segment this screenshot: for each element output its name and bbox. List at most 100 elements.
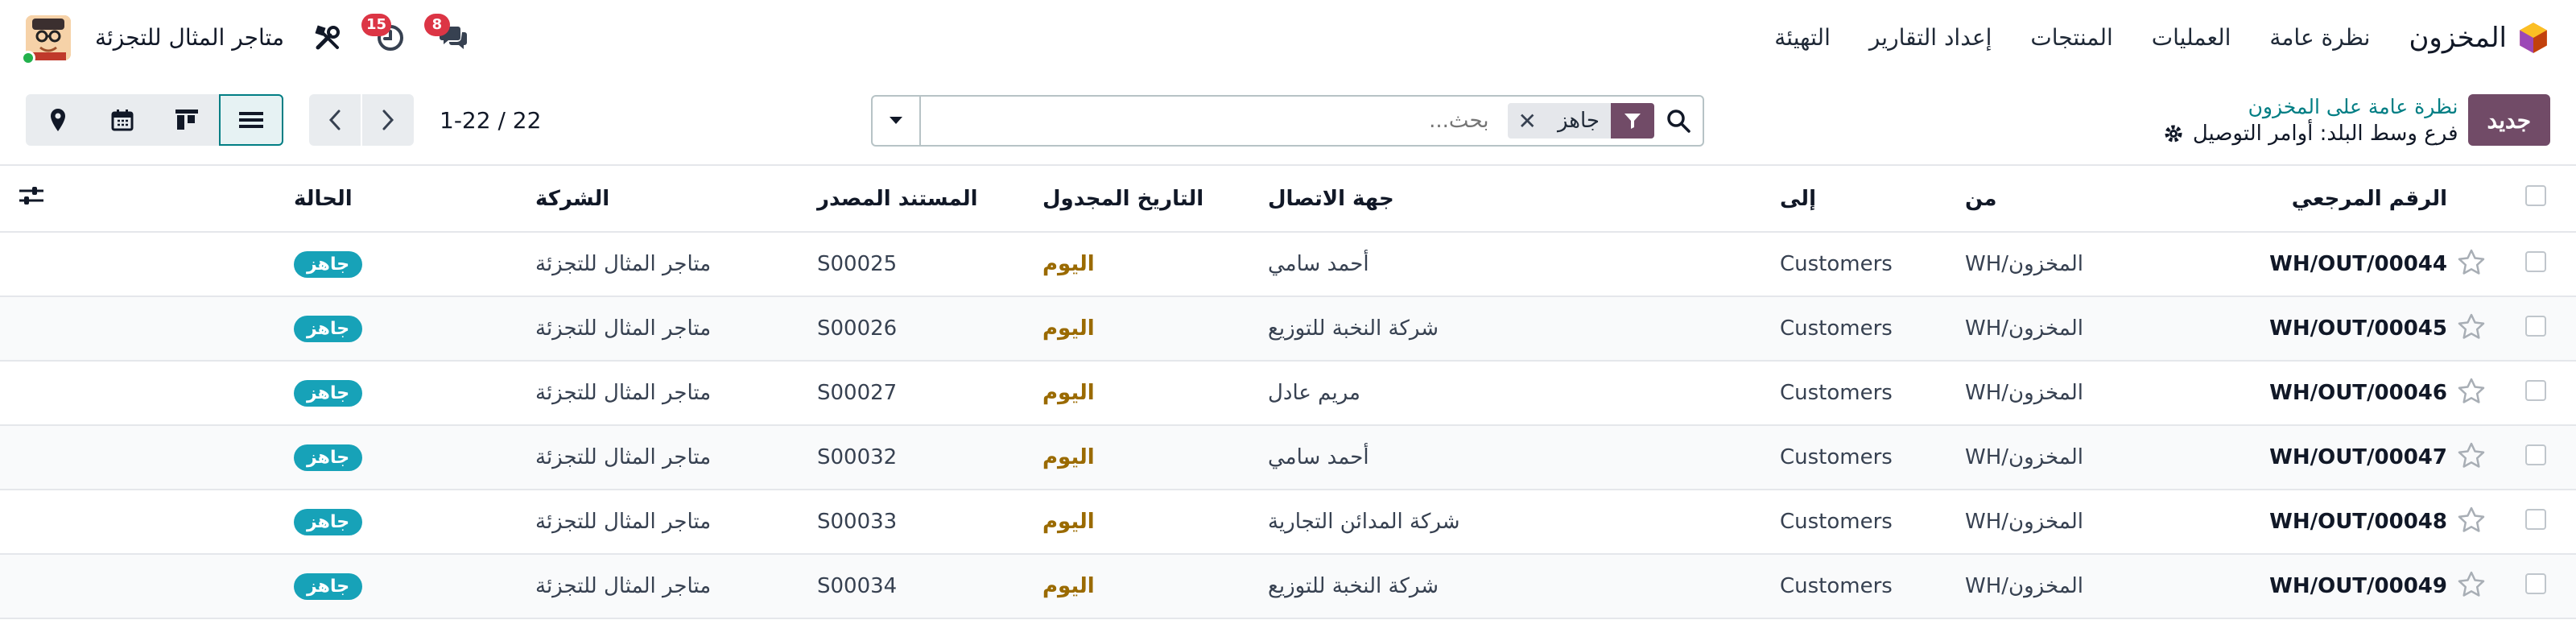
row-checkbox[interactable]: [2525, 444, 2546, 465]
new-button[interactable]: جديد: [2467, 94, 2550, 146]
star-icon[interactable]: [2458, 571, 2485, 597]
table-row[interactable]: WH/OUT/00049 WH/المخزون Customers شركة ا…: [0, 554, 2576, 618]
row-select-cell: [2496, 232, 2576, 296]
row-favorite-cell: [2447, 425, 2496, 490]
column-company-label: الشركة: [535, 186, 610, 211]
row-state: جاهز: [294, 490, 535, 554]
column-state[interactable]: الحالة: [294, 166, 535, 232]
map-view-icon: [51, 109, 65, 131]
column-settings-cell: [0, 166, 294, 232]
list-view-button[interactable]: [219, 94, 283, 146]
column-settings-icon[interactable]: [18, 185, 45, 206]
star-icon[interactable]: [2458, 442, 2485, 468]
table-row[interactable]: WH/OUT/00044 WH/المخزون Customers أحمد س…: [0, 232, 2576, 296]
row-spacer: [0, 296, 294, 361]
row-to: Customers: [1780, 316, 1893, 341]
row-checkbox[interactable]: [2525, 572, 2546, 594]
row-checkbox[interactable]: [2525, 379, 2546, 401]
menu-configuration[interactable]: التهيئة: [1774, 24, 1831, 51]
select-all-checkbox[interactable]: [2525, 185, 2546, 206]
map-view-button[interactable]: [26, 94, 90, 146]
pager-buttons: [309, 94, 414, 146]
app-name[interactable]: المخزون: [2409, 22, 2507, 54]
row-select-cell: [2496, 361, 2576, 425]
row-reference: WH/OUT/00046: [2269, 381, 2447, 405]
column-source-document-label: المستند المصدر: [817, 186, 978, 211]
pager-next-button[interactable]: [362, 94, 414, 146]
debug-tools-button[interactable]: [308, 19, 347, 57]
row-source-document: S00026: [817, 316, 898, 341]
inventory-app-icon[interactable]: [2516, 21, 2550, 55]
row-select-cell: [2496, 554, 2576, 618]
row-to: Customers: [1780, 252, 1893, 276]
row-source-document: S00034: [817, 574, 898, 598]
row-to: Customers: [1780, 445, 1893, 469]
row-state: جاهز: [294, 425, 535, 490]
row-company: متاجر المثال للتجزئة: [535, 445, 712, 469]
row-checkbox[interactable]: [2525, 250, 2546, 272]
pager-value[interactable]: 1-22 / 22: [440, 107, 541, 134]
list-view-icon: [239, 112, 263, 128]
gear-icon[interactable]: [2164, 124, 2183, 143]
star-icon[interactable]: [2458, 506, 2485, 532]
column-contact[interactable]: جهة الاتصال: [1268, 166, 1780, 232]
row-company: متاجر المثال للتجزئة: [535, 252, 712, 276]
activities-button[interactable]: 15: [361, 13, 410, 57]
menu-reporting[interactable]: إعداد التقارير: [1869, 24, 1992, 51]
star-icon[interactable]: [2458, 313, 2485, 339]
row-from-value: WH/المخزون: [1965, 445, 2083, 469]
row-source-document: S00025: [817, 252, 898, 276]
table-row[interactable]: WH/OUT/00048 WH/المخزون Customers شركة ا…: [0, 490, 2576, 554]
breadcrumb-parent[interactable]: نظرة عامة على المخزون: [2164, 95, 2458, 118]
row-scheduled-date: اليوم: [1042, 381, 1095, 405]
kanban-view-icon: [175, 110, 198, 130]
table-row[interactable]: WH/OUT/00045 WH/المخزون Customers شركة ا…: [0, 296, 2576, 361]
row-contact: أحمد سامي: [1268, 252, 1369, 276]
column-company[interactable]: الشركة: [535, 166, 817, 232]
menu-products[interactable]: المنتجات: [2030, 24, 2112, 51]
search-button[interactable]: [1654, 109, 1703, 133]
pager-and-views: 1-22 / 22: [26, 94, 541, 146]
table-row[interactable]: WH/OUT/00047 WH/المخزون Customers أحمد س…: [0, 425, 2576, 490]
column-from[interactable]: من: [1965, 166, 2229, 232]
column-source-document[interactable]: المستند المصدر: [817, 166, 1042, 232]
row-scheduled-date: اليوم: [1042, 510, 1095, 534]
search-facet: جاهز ✕: [1508, 103, 1654, 138]
row-checkbox[interactable]: [2525, 315, 2546, 337]
row-scheduled-date: اليوم: [1042, 574, 1095, 598]
search-input[interactable]: [921, 98, 1499, 143]
user-avatar[interactable]: [21, 14, 71, 65]
row-source-document: S00032: [817, 445, 898, 469]
facet-value: جاهز: [1557, 109, 1600, 133]
menu-overview[interactable]: نظرة عامة: [2269, 24, 2370, 51]
calendar-view-button[interactable]: [90, 94, 155, 146]
row-from-value: WH/المخزون: [1965, 574, 2083, 598]
row-scheduled-date: اليوم: [1042, 445, 1095, 469]
kanban-view-button[interactable]: [155, 94, 219, 146]
star-icon[interactable]: [2458, 378, 2485, 403]
filter-icon: [1611, 103, 1654, 138]
row-favorite-cell: [2447, 554, 2496, 618]
control-panel: جديد نظرة عامة على المخزون فرع وسط البلد…: [0, 76, 2576, 166]
row-state: جاهز: [294, 296, 535, 361]
row-source-document: S00033: [817, 510, 898, 534]
row-spacer: [0, 490, 294, 554]
messages-button[interactable]: 8: [423, 13, 473, 57]
row-state: جاهز: [294, 554, 535, 618]
pager-previous-button[interactable]: [309, 94, 361, 146]
facet-remove-icon[interactable]: ✕: [1508, 108, 1546, 134]
table-body: WH/OUT/00044 WH/المخزون Customers أحمد س…: [0, 232, 2576, 618]
column-reference[interactable]: الرقم المرجعي: [2229, 166, 2447, 232]
column-contact-label: جهة الاتصال: [1268, 186, 1394, 211]
company-switcher[interactable]: متاجر المثال للتجزئة: [95, 24, 284, 51]
table-header-row: الرقم المرجعي من إلى جهة الاتصال التاريخ…: [0, 166, 2576, 232]
star-icon[interactable]: [2458, 249, 2485, 275]
row-from: WH/المخزون: [1965, 296, 2229, 361]
search-options-toggle[interactable]: [873, 97, 921, 145]
table-row[interactable]: WH/OUT/00046 WH/المخزون Customers مريم ع…: [0, 361, 2576, 425]
column-scheduled-date[interactable]: التاريخ المجدول: [1042, 166, 1268, 232]
main-menu: نظرة عامة العمليات المنتجات إعداد التقار…: [1774, 24, 2370, 51]
column-to[interactable]: إلى: [1780, 166, 1965, 232]
row-checkbox[interactable]: [2525, 508, 2546, 530]
menu-operations[interactable]: العمليات: [2152, 24, 2231, 51]
